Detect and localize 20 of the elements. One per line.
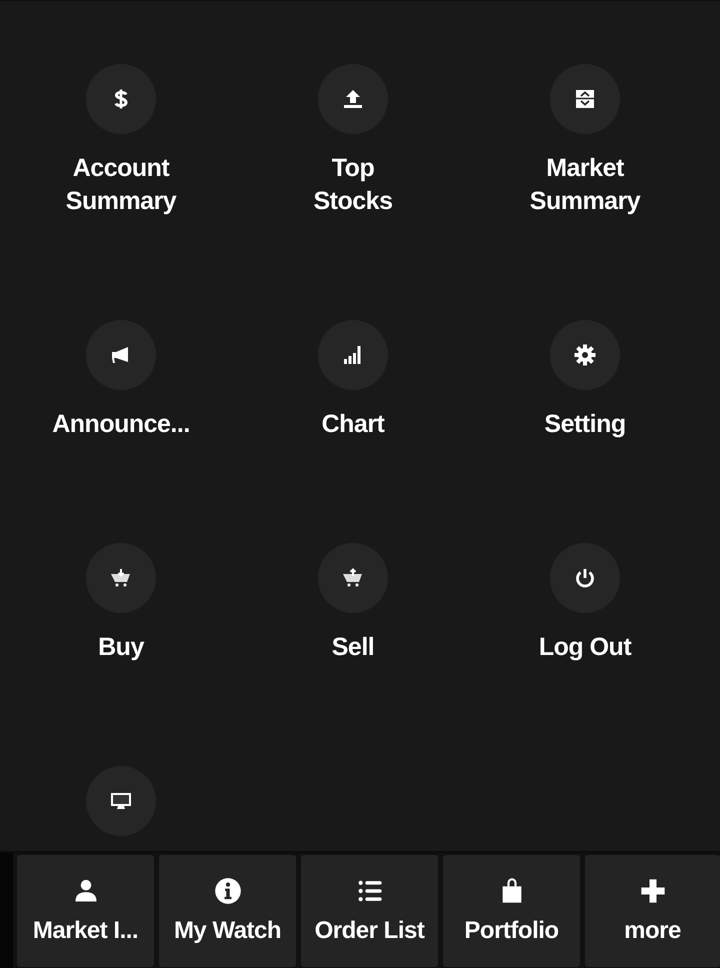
menu-label[interactable]: Buy bbox=[98, 631, 144, 664]
menu-label[interactable]: Chart bbox=[322, 408, 384, 441]
menu-label[interactable]: Announce... bbox=[52, 408, 190, 441]
settings-icon bbox=[573, 343, 597, 367]
menu-label[interactable]: Setting bbox=[544, 408, 626, 441]
upload-icon bbox=[341, 87, 365, 111]
menu-label[interactable]: Top Stocks bbox=[294, 152, 412, 218]
sort-icon bbox=[573, 87, 597, 111]
nav-tab[interactable]: My Watch bbox=[159, 855, 296, 967]
menu-label[interactable]: Account Summary bbox=[62, 152, 180, 218]
nav-tab[interactable]: Portfolio bbox=[443, 855, 580, 967]
power-icon bbox=[573, 566, 597, 590]
menu-label[interactable]: Log Out bbox=[538, 631, 632, 664]
nav-tab[interactable]: more bbox=[585, 855, 720, 967]
menu-label[interactable]: Sell bbox=[332, 631, 374, 664]
menu-label[interactable]: Market Summary bbox=[526, 152, 644, 218]
nav-tab[interactable]: Market I... bbox=[17, 855, 154, 967]
nav-tab[interactable]: Order List bbox=[301, 855, 438, 967]
info-icon bbox=[214, 877, 242, 905]
plus-icon bbox=[638, 877, 666, 905]
